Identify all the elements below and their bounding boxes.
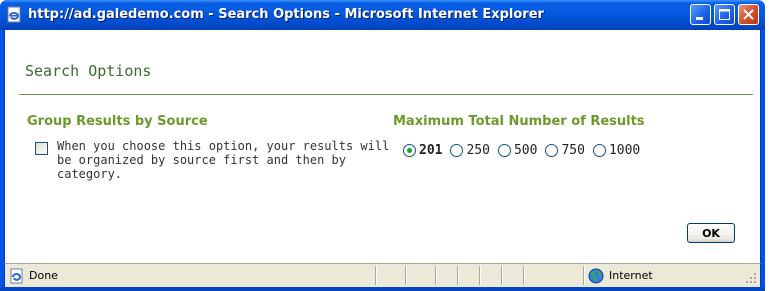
- status-divider: [501, 266, 502, 285]
- status-divider: [583, 266, 584, 285]
- max-results-title: Maximum Total Number of Results: [393, 114, 645, 129]
- radio-option-250[interactable]: 250: [450, 142, 490, 158]
- status-divider: [523, 266, 524, 285]
- globe-icon: [588, 268, 604, 284]
- ok-button[interactable]: OK: [687, 223, 735, 243]
- maximize-button[interactable]: [714, 4, 735, 25]
- status-divider: [405, 266, 406, 285]
- radio-button[interactable]: [403, 143, 416, 157]
- browser-window: http://ad.galedemo.com - Search Options …: [0, 0, 765, 291]
- status-divider: [457, 266, 458, 285]
- title-bar[interactable]: http://ad.galedemo.com - Search Options …: [0, 0, 765, 30]
- ie-page-icon: [10, 268, 23, 284]
- radio-button[interactable]: [592, 143, 606, 157]
- heading-divider: [19, 94, 753, 95]
- status-divider: [375, 266, 376, 285]
- maximize-icon: [719, 9, 730, 20]
- radio-label: 201: [419, 142, 443, 158]
- radio-label: 750: [561, 142, 585, 158]
- radio-label: 250: [466, 142, 490, 158]
- status-bar: Done Internet: [4, 263, 761, 287]
- status-text: Done: [29, 269, 58, 282]
- security-zone: Internet: [609, 269, 653, 282]
- window-bottom-border: [0, 287, 765, 291]
- group-by-source-checkbox[interactable]: [35, 142, 48, 155]
- radio-button[interactable]: [545, 143, 559, 157]
- minimize-button[interactable]: [690, 4, 711, 25]
- ie-page-icon: [7, 6, 21, 23]
- radio-label: 500: [513, 142, 538, 158]
- radio-option-500[interactable]: 500: [497, 142, 538, 158]
- dialog-heading: Search Options: [25, 62, 152, 80]
- dialog-content: Search Options Group Results by Source W…: [4, 30, 761, 263]
- radio-button[interactable]: [497, 143, 511, 157]
- resize-grip-icon[interactable]: [745, 272, 757, 284]
- minimize-icon: [696, 17, 703, 20]
- status-divider: [479, 266, 480, 285]
- radio-option-201[interactable]: 201: [403, 143, 442, 158]
- window-title: http://ad.galedemo.com - Search Options …: [28, 7, 544, 22]
- group-by-source-description: When you choose this option, your result…: [57, 139, 390, 181]
- radio-option-1000[interactable]: 1000: [592, 142, 641, 158]
- radio-label: 1000: [608, 142, 641, 158]
- max-results-radio-group: 201 250 500 750 1000: [403, 141, 648, 159]
- radio-button[interactable]: [450, 143, 464, 157]
- group-by-source-title: Group Results by Source: [27, 114, 208, 129]
- radio-option-750[interactable]: 750: [545, 142, 585, 158]
- status-divider: [435, 266, 436, 285]
- close-button[interactable]: [738, 4, 759, 25]
- close-icon: [743, 9, 754, 20]
